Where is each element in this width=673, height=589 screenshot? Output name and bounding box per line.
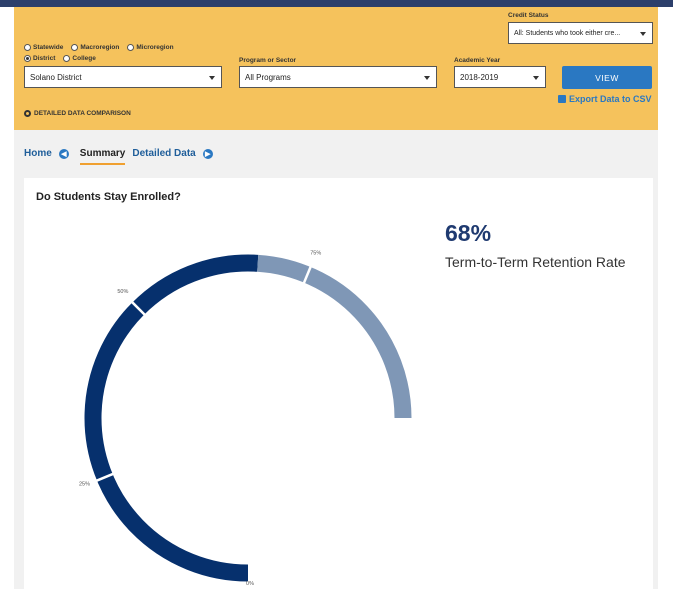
program-select-value: All Programs bbox=[245, 72, 291, 82]
content-area: Home ◀ Summary Detailed Data ▶ Do Studen… bbox=[14, 130, 658, 589]
gauge-tick-label-50: 50% bbox=[117, 289, 128, 295]
chevron-down-icon bbox=[209, 76, 215, 80]
radio-microregion-label: Microregion bbox=[136, 44, 174, 51]
credit-select-value: All: Students who took either cre... bbox=[514, 29, 621, 37]
geo-radio-row-2: District College bbox=[24, 55, 100, 62]
gauge-tick-label-25: 25% bbox=[79, 482, 90, 488]
radio-statewide[interactable]: Statewide bbox=[24, 44, 63, 51]
program-label: Program or Sector bbox=[239, 57, 297, 64]
radio-microregion[interactable]: Microregion bbox=[127, 44, 174, 51]
year-select[interactable]: 2018-2019 bbox=[454, 66, 546, 88]
radio-microregion-circle[interactable] bbox=[127, 44, 135, 51]
year-label: Academic Year bbox=[454, 57, 501, 64]
radio-college[interactable]: College bbox=[63, 55, 96, 62]
retention-value: 68% bbox=[445, 220, 492, 246]
export-csv-link[interactable]: Export Data to CSV bbox=[558, 94, 652, 104]
filter-panel: Statewide Macroregion Microregion Distri… bbox=[14, 7, 658, 130]
gauge-tick-label-75: 75% bbox=[310, 250, 321, 256]
program-select[interactable]: All Programs bbox=[239, 66, 437, 88]
radio-district-label: District bbox=[33, 55, 56, 62]
detailed-comparison-toggle[interactable]: DETAILED DATA COMPARISON bbox=[24, 110, 131, 117]
arrow-right-icon[interactable]: ▶ bbox=[202, 148, 213, 159]
radio-macroregion[interactable]: Macroregion bbox=[71, 44, 119, 51]
radio-macroregion-label: Macroregion bbox=[80, 44, 120, 51]
view-button[interactable]: VIEW bbox=[562, 66, 652, 89]
district-select[interactable]: Solano District bbox=[24, 66, 222, 88]
credit-select[interactable]: All: Students who took either cre... bbox=[508, 22, 653, 44]
gear-icon bbox=[24, 110, 31, 117]
retention-label: Term-to-Term Retention Rate bbox=[445, 254, 626, 270]
chevron-down-icon bbox=[640, 32, 646, 36]
nav-detailed-data[interactable]: Detailed Data bbox=[132, 148, 195, 159]
radio-college-label: College bbox=[72, 55, 96, 62]
breadcrumb-nav: Home ◀ Summary Detailed Data ▶ bbox=[24, 148, 224, 165]
radio-district-circle[interactable] bbox=[24, 55, 31, 62]
gauge-tick-label-0: 0% bbox=[246, 581, 254, 587]
credit-label: Credit Status bbox=[508, 12, 549, 19]
detailed-comparison-label: DETAILED DATA COMPARISON bbox=[34, 110, 131, 117]
export-icon bbox=[558, 95, 566, 103]
retention-gauge: 0% 25% 50% 75% bbox=[79, 250, 412, 587]
gauge-filled-arc bbox=[84, 254, 259, 582]
radio-statewide-circle[interactable] bbox=[24, 44, 31, 51]
top-strip bbox=[0, 0, 673, 7]
chevron-down-icon bbox=[533, 76, 539, 80]
radio-college-circle[interactable] bbox=[63, 55, 71, 62]
tab-summary[interactable]: Summary bbox=[79, 148, 125, 165]
export-csv-label: Export Data to CSV bbox=[569, 94, 652, 104]
year-select-value: 2018-2019 bbox=[460, 72, 499, 82]
retention-card: Do Students Stay Enrolled? 0% 25% 50% 75% 6… bbox=[24, 178, 653, 589]
radio-macroregion-circle[interactable] bbox=[71, 44, 79, 51]
district-select-value: Solano District bbox=[30, 72, 82, 82]
geo-radio-row-1: Statewide Macroregion Microregion bbox=[24, 44, 178, 51]
radio-district[interactable]: District bbox=[24, 55, 55, 62]
radio-statewide-label: Statewide bbox=[33, 44, 64, 51]
gauge-remaining-arc bbox=[257, 254, 412, 419]
nav-home[interactable]: Home bbox=[24, 148, 52, 159]
chevron-down-icon bbox=[424, 76, 430, 80]
arrow-left-icon[interactable]: ◀ bbox=[58, 148, 69, 159]
